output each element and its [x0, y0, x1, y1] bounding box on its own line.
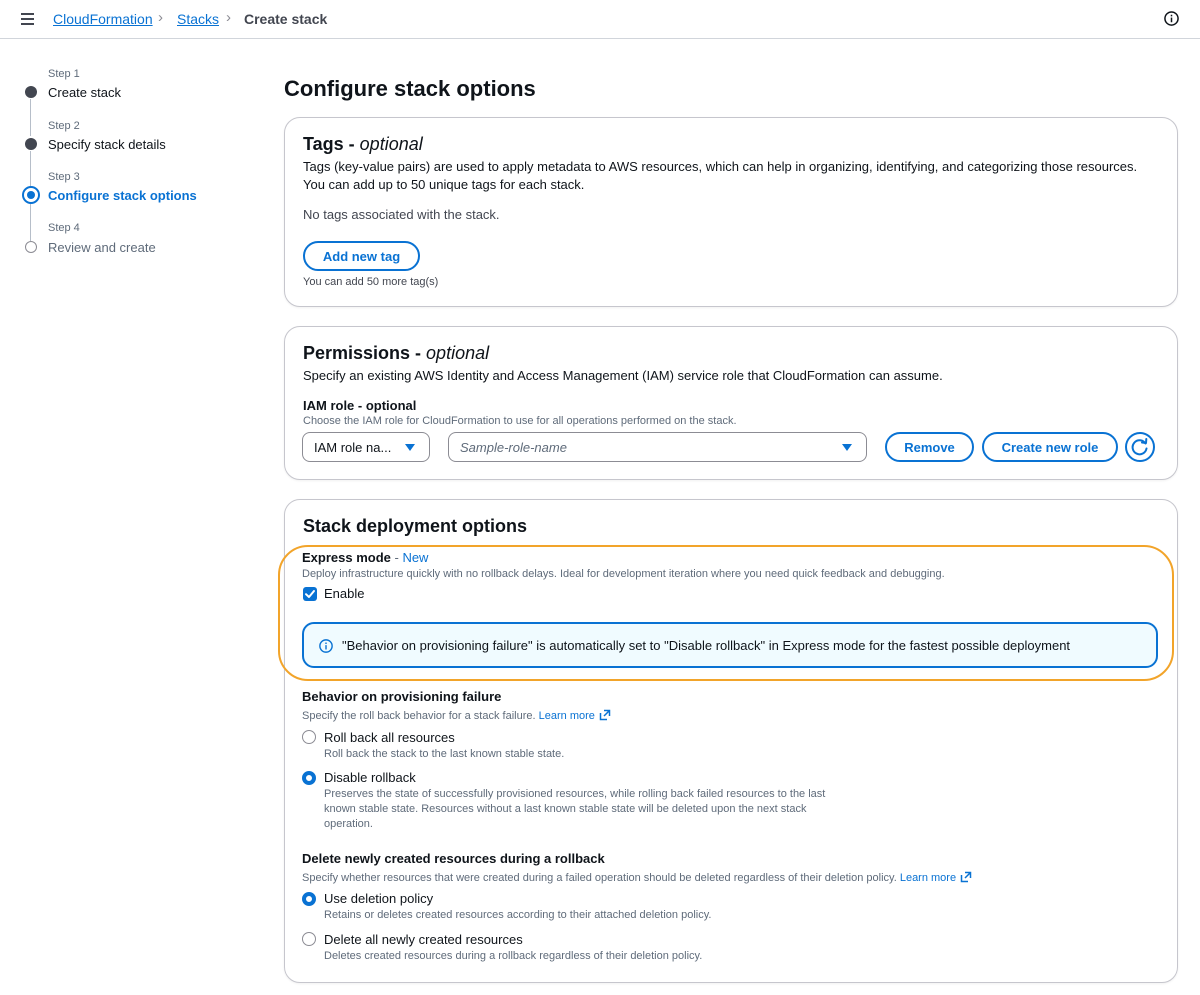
express-mode-separator: -: [390, 550, 403, 565]
step-label-configure-options: Configure stack options: [48, 188, 197, 203]
breadcrumb-separator-icon: ›: [158, 9, 163, 26]
iam-role-name-placeholder: Sample-role-name: [460, 440, 567, 455]
failure-behavior-label: Behavior on provisioning failure: [302, 689, 502, 704]
step-label-review-create: Review and create: [48, 240, 156, 255]
step-connector: [30, 204, 31, 241]
checkmark-icon: [305, 590, 315, 598]
tags-title-text: Tags -: [303, 134, 360, 154]
step-complete-icon: [25, 86, 37, 98]
alert-message: "Behavior on provisioning failure" is au…: [342, 638, 1071, 653]
permissions-description: Specify an existing AWS Identity and Acc…: [303, 368, 943, 383]
tags-description-limit: You can add up to 50 unique tags for eac…: [303, 177, 585, 192]
use-deletion-policy-description: Retains or deletes created resources acc…: [324, 909, 712, 921]
caret-down-icon: [842, 444, 852, 451]
failure-behavior-description-text: Specify the roll back behavior for a sta…: [302, 710, 536, 722]
breadcrumb-separator-icon: ›: [226, 9, 231, 26]
enable-express-checkbox[interactable]: [303, 587, 317, 601]
disable-rollback-radio[interactable]: [302, 771, 316, 785]
delete-resources-label: Delete newly created resources during a …: [302, 851, 605, 866]
refresh-arrow-icon: [1131, 438, 1148, 456]
rollback-all-label[interactable]: Roll back all resources: [324, 729, 455, 747]
tags-description: Tags (key-value pairs) are used to apply…: [303, 159, 1138, 174]
tags-remaining-count: You can add 50 more tag(s): [303, 276, 439, 288]
step-connector: [30, 99, 31, 136]
new-badge: New: [402, 550, 429, 565]
disable-rollback-description: Preserves the state of successfully prov…: [324, 788, 826, 800]
delete-learn-more-text[interactable]: Learn more: [900, 872, 956, 884]
breadcrumb-cloudformation[interactable]: CloudFormation: [53, 11, 153, 27]
iam-role-type-select[interactable]: IAM role na...: [302, 432, 430, 462]
failure-behavior-description: Specify the roll back behavior for a sta…: [302, 708, 611, 724]
create-new-role-button[interactable]: Create new role: [982, 432, 1118, 462]
add-new-tag-button[interactable]: Add new tag: [303, 241, 420, 271]
rollback-all-description: Roll back the stack to the last known st…: [324, 748, 565, 760]
permissions-title: Permissions - optional: [303, 343, 489, 364]
express-mode-title: Express mode: [302, 550, 391, 565]
step-complete-icon: [25, 138, 37, 150]
disable-rollback-label[interactable]: Disable rollback: [324, 769, 416, 787]
tags-empty-state: No tags associated with the stack.: [303, 207, 500, 222]
iam-role-name-select[interactable]: Sample-role-name: [448, 432, 867, 462]
failure-learn-more-link[interactable]: Learn more: [539, 709, 611, 722]
tags-title: Tags - optional: [303, 134, 423, 155]
tags-card: Tags - optional Tags (key-value pairs) a…: [284, 117, 1178, 307]
hamburger-menu-icon[interactable]: [18, 10, 38, 28]
iam-role-type-value: IAM role na...: [314, 440, 392, 455]
top-bar: CloudFormation › Stacks › Create stack: [0, 0, 1200, 39]
use-deletion-policy-label[interactable]: Use deletion policy: [324, 890, 433, 908]
delete-all-resources-radio[interactable]: [302, 932, 316, 946]
delete-all-resources-description: Deletes created resources during a rollb…: [324, 950, 703, 962]
step-number: Step 4: [48, 222, 80, 234]
rollback-all-radio[interactable]: [302, 730, 316, 744]
remove-role-button[interactable]: Remove: [885, 432, 974, 462]
use-deletion-policy-radio[interactable]: [302, 892, 316, 906]
permissions-title-optional: optional: [426, 343, 490, 363]
info-icon[interactable]: [1164, 11, 1179, 26]
disable-rollback-description: known stable state. Resources without a …: [324, 803, 807, 815]
step-number: Step 3: [48, 171, 80, 183]
step-current-icon: [22, 186, 40, 204]
express-mode-label: Express mode - New: [302, 549, 428, 567]
tags-title-optional: optional: [359, 134, 423, 154]
breadcrumb-stacks[interactable]: Stacks: [177, 11, 219, 27]
express-mode-description: Deploy infrastructure quickly with no ro…: [302, 568, 945, 580]
express-mode-info-alert: "Behavior on provisioning failure" is au…: [302, 622, 1158, 668]
step-label-specify-details[interactable]: Specify stack details: [48, 137, 166, 152]
iam-role-description: Choose the IAM role for CloudFormation t…: [303, 415, 737, 427]
caret-down-icon: [405, 444, 415, 451]
external-link-icon: [599, 709, 611, 721]
delete-resources-description: Specify whether resources that were crea…: [302, 870, 972, 886]
failure-learn-more-text[interactable]: Learn more: [539, 710, 595, 722]
step-pending-icon: [25, 241, 37, 253]
disable-rollback-description: operation.: [324, 818, 373, 830]
step-label-create-stack[interactable]: Create stack: [48, 85, 121, 100]
step-number: Step 2: [48, 120, 80, 132]
permissions-title-text: Permissions -: [303, 343, 427, 363]
delete-learn-more-link[interactable]: Learn more: [900, 871, 972, 884]
step-connector: [30, 151, 31, 188]
external-link-icon: [960, 871, 972, 883]
breadcrumb-current: Create stack: [244, 11, 328, 27]
info-circle-icon: [319, 639, 333, 653]
delete-all-resources-label[interactable]: Delete all newly created resources: [324, 931, 523, 949]
delete-resources-description-text: Specify whether resources that were crea…: [302, 872, 897, 884]
enable-express-label[interactable]: Enable: [324, 585, 364, 603]
step-number: Step 1: [48, 68, 80, 80]
deployment-title: Stack deployment options: [303, 516, 528, 536]
page-title: Configure stack options: [284, 76, 536, 101]
refresh-icon[interactable]: [1125, 432, 1155, 462]
